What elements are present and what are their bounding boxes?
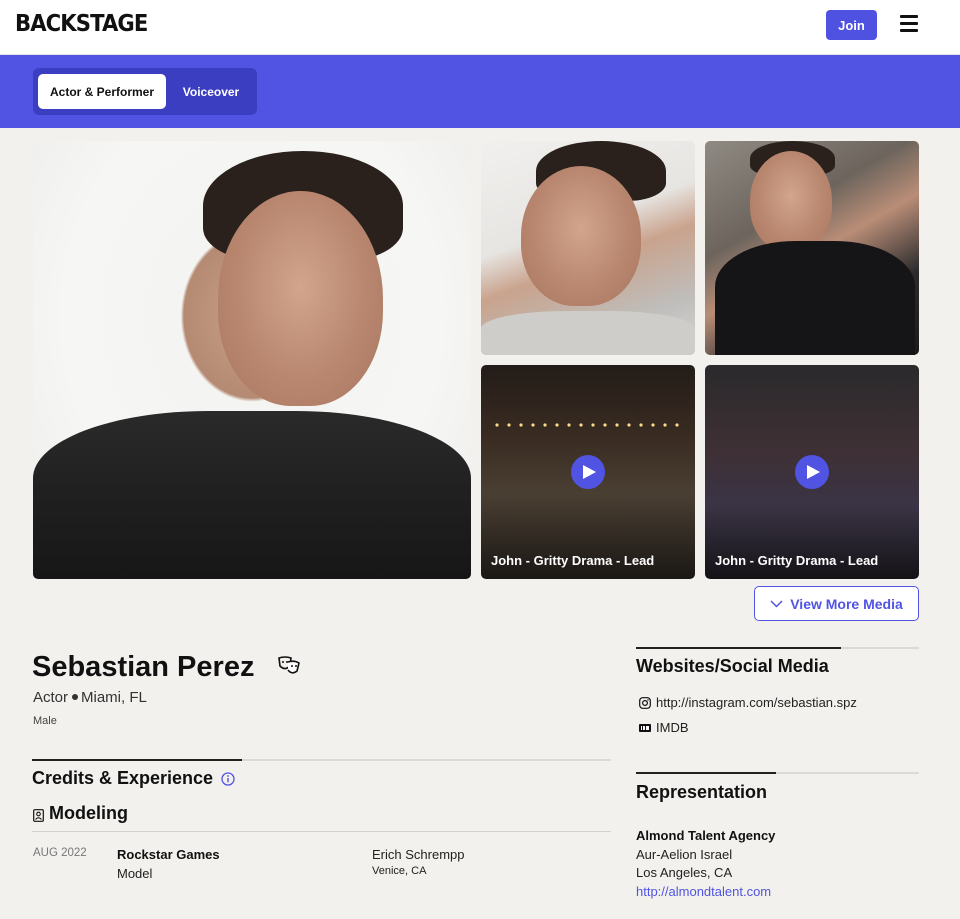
video-thumbnail-2[interactable]: John - Gritty Drama - Lead [705,365,919,579]
credit-role: Model [117,866,153,881]
actor-name: Sebastian Perez [32,651,255,683]
actor-role-location: Actor Miami, FL [33,689,147,706]
credit-location: Venice, CA [372,865,427,877]
play-icon[interactable] [795,455,829,489]
websites-divider [636,647,919,649]
tab-voiceover[interactable]: Voiceover [171,74,251,109]
credit-company: Rockstar Games [117,847,220,862]
agency-website-link[interactable]: http://almondtalent.com [636,884,771,899]
view-more-media-label: View More Media [790,595,903,612]
tab-actor-performer[interactable]: Actor & Performer [38,74,166,109]
view-more-media-button[interactable]: View More Media [754,586,919,621]
join-button[interactable]: Join [826,10,877,40]
profile-type-band: Actor & Performer Voiceover [0,55,960,128]
credits-category-title: Modeling [49,803,128,823]
video-caption: John - Gritty Drama - Lead [715,553,879,568]
representation-divider [636,772,919,774]
representation-section-title: Representation [636,782,768,802]
modeling-badge-icon [33,809,44,822]
imdb-link-label: IMDB [656,720,689,735]
info-icon[interactable] [221,772,235,786]
headshot-photo-tank-top[interactable] [705,141,919,355]
agent-name: Aur-Aelion Israel [636,847,733,862]
video-thumbnail-1[interactable]: John - Gritty Drama - Lead [481,365,695,579]
actor-gender: Male [33,715,57,727]
top-navigation-bar: BACKSTAGE Join [0,0,960,55]
backstage-logo[interactable]: BACKSTAGE [15,11,148,37]
instagram-icon [639,696,651,709]
actor-role: Actor [33,689,69,706]
actor-location: Miami, FL [81,689,147,706]
category-divider [32,831,611,832]
credits-divider [32,759,611,761]
websites-section-title: Websites/Social Media [636,656,829,676]
chevron-down-icon [770,599,783,608]
credits-section-title: Credits & Experience [32,768,214,788]
social-link-imdb[interactable]: IMDB [639,720,689,735]
instagram-link-label: http://instagram.com/sebastian.spz [656,695,857,710]
video-caption: John - Gritty Drama - Lead [491,553,655,568]
imdb-icon [639,723,651,732]
credit-director: Erich Schrempp [372,847,465,862]
headshot-photo-profile[interactable] [481,141,695,355]
social-link-instagram[interactable]: http://instagram.com/sebastian.spz [639,695,857,710]
theater-masks-icon [278,656,300,674]
agency-name: Almond Talent Agency [636,828,776,843]
hamburger-menu-icon[interactable] [900,15,920,33]
agency-city: Los Angeles, CA [636,865,733,880]
play-icon[interactable] [571,455,605,489]
credit-date: AUG 2022 [33,847,87,859]
profile-type-tabs: Actor & Performer Voiceover [33,68,257,115]
primary-headshot-photo[interactable] [33,141,471,579]
separator-dot [72,694,79,701]
